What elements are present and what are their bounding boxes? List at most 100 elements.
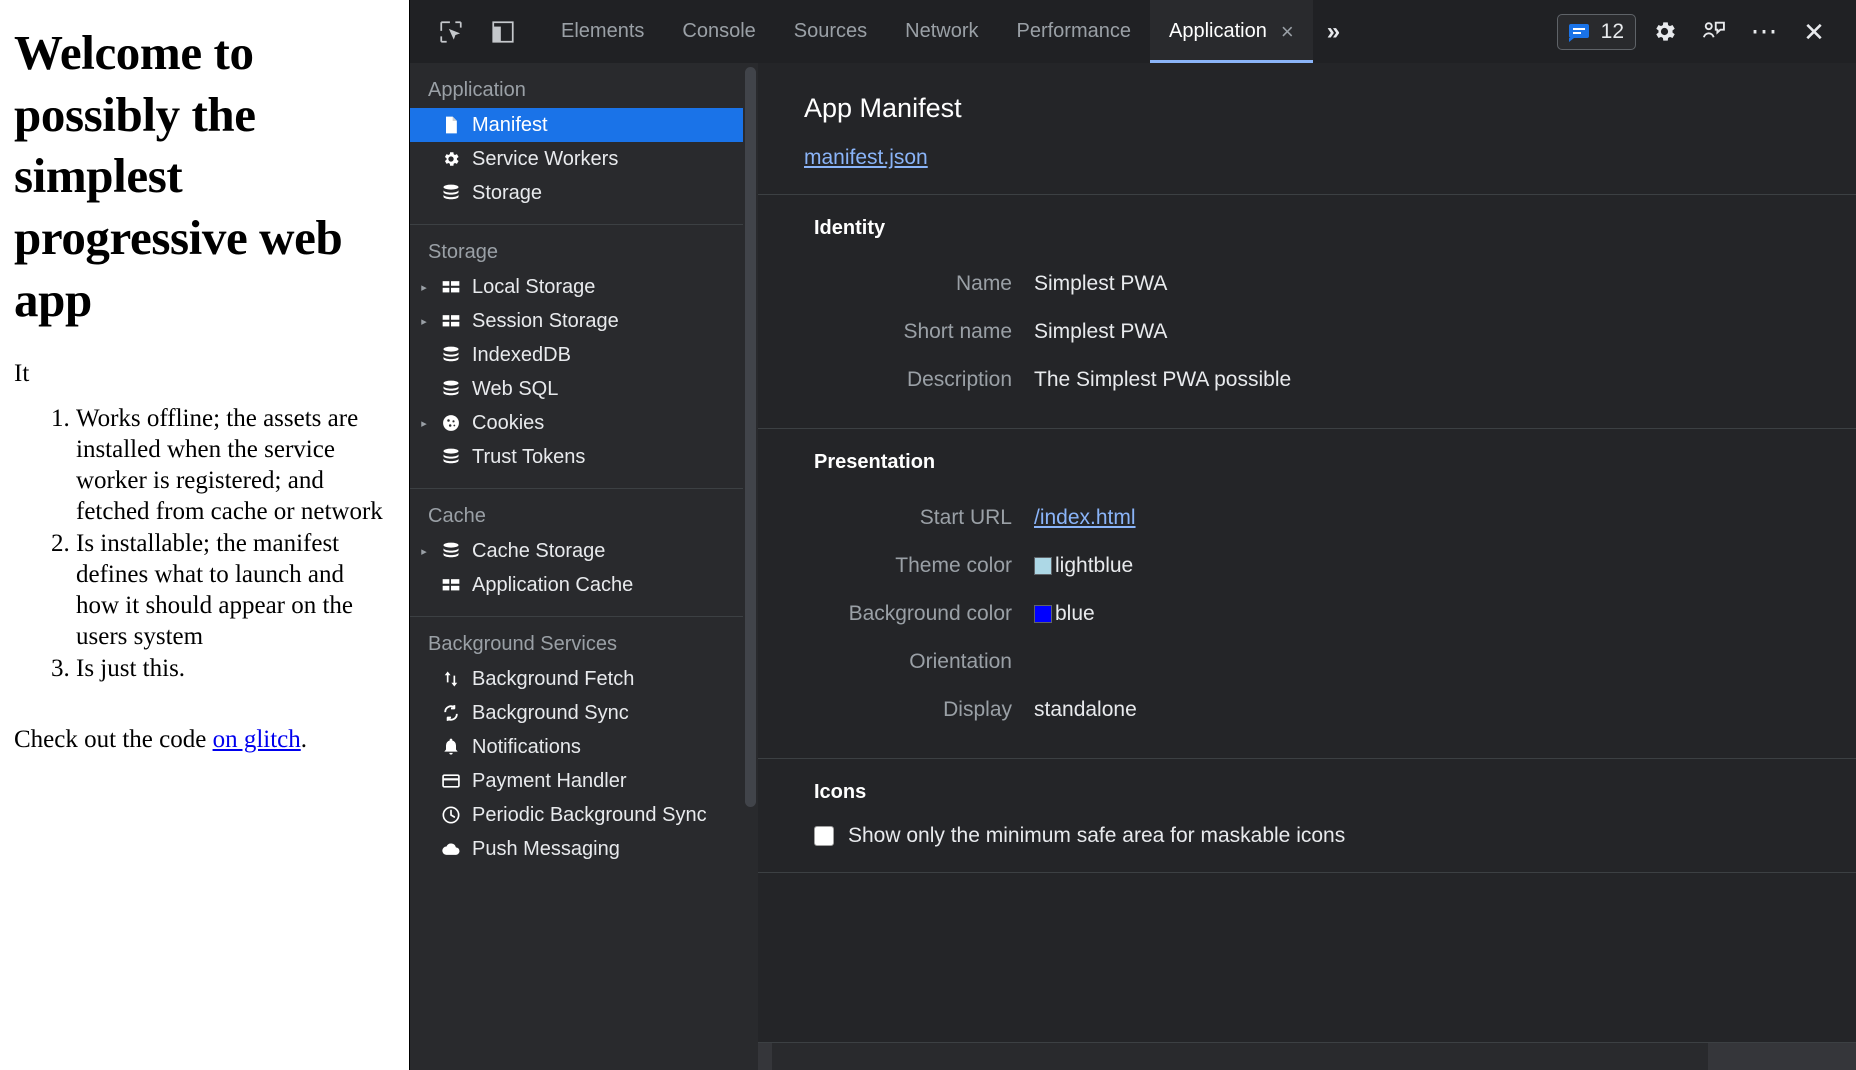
field-label: Orientation [758,650,1034,674]
sidebar-item-application-cache[interactable]: ▸ Application Cache [410,568,743,602]
cookie-icon [440,412,462,434]
database-icon [440,540,462,562]
maskable-icons-label: Show only the minimum safe area for mask… [848,824,1345,848]
sidebar-item-indexeddb[interactable]: ▸ IndexedDB [410,338,743,372]
identity-section: Identity Name Simplest PWA Short name Si… [758,195,1856,429]
sidebar-section-title: Application [410,75,743,108]
manifest-content-panel: App Manifest manifest.json Identity Name… [758,63,1856,1070]
field-value: standalone [1034,698,1137,722]
field-theme-color: Theme color lightblue [758,542,1856,590]
sidebar-item-notifications[interactable]: ▸ Notifications [410,730,743,764]
expand-arrow-icon[interactable]: ▸ [416,417,432,430]
theme-color-value: lightblue [1055,554,1133,578]
expand-arrow-icon[interactable]: ▸ [416,545,432,558]
sidebar-item-label: Session Storage [472,310,619,333]
list-item: Is just this. [76,654,391,685]
sidebar-item-label: Web SQL [472,378,558,401]
maskable-icons-checkbox[interactable] [814,826,834,846]
devtools-tab-list: Elements Console Sources Network Perform… [542,0,1354,63]
manifest-json-link[interactable]: manifest.json [804,146,928,169]
sidebar-item-manifest[interactable]: ▸ Manifest [410,108,743,142]
tab-label: Console [682,20,755,43]
more-tabs-icon[interactable]: » [1313,0,1354,63]
sidebar-item-label: Local Storage [472,276,595,299]
tab-performance[interactable]: Performance [998,0,1151,63]
inspect-element-icon[interactable] [432,13,470,51]
outro-prefix: Check out the code [14,726,213,753]
sidebar-item-periodic-background-sync[interactable]: ▸ Periodic Background Sync [410,798,743,832]
rendered-webpage: Welcome to possibly the simplest progres… [0,0,409,1070]
sidebar-item-label: Storage [472,182,542,205]
sidebar-item-service-workers[interactable]: ▸ Service Workers [410,142,743,176]
field-value: Simplest PWA [1034,272,1167,296]
cloud-icon [440,838,462,860]
start-url-link[interactable]: /index.html [1034,506,1136,530]
tab-sources[interactable]: Sources [775,0,886,63]
sidebar-item-label: Trust Tokens [472,446,585,469]
device-toolbar-icon[interactable] [484,13,522,51]
table-icon [440,276,462,298]
more-options-icon[interactable]: ⋯ [1742,12,1786,52]
sidebar-item-label: Cache Storage [472,540,605,563]
sidebar-item-trust-tokens[interactable]: ▸ Trust Tokens [410,440,743,474]
list-item: Is installable; the manifest defines wha… [76,529,391,652]
glitch-link[interactable]: on glitch [213,726,301,753]
sidebar-item-web-sql[interactable]: ▸ Web SQL [410,372,743,406]
toolbar-left-icons [410,0,528,63]
database-icon [440,378,462,400]
sidebar-item-background-sync[interactable]: ▸ Background Sync [410,696,743,730]
identity-section-title: Identity [758,217,1856,240]
presentation-section: Presentation Start URL /index.html Theme… [758,429,1856,759]
sidebar-item-label: IndexedDB [472,344,571,367]
tab-network[interactable]: Network [886,0,997,63]
field-name: Name Simplest PWA [758,260,1856,308]
sidebar-item-cache-storage[interactable]: ▸ Cache Storage [410,534,743,568]
field-value: Simplest PWA [1034,320,1167,344]
expand-arrow-icon[interactable]: ▸ [416,281,432,294]
close-icon[interactable]: × [1281,21,1294,43]
maskable-icons-row[interactable]: Show only the minimum safe area for mask… [758,824,1856,848]
panel-scrollbar[interactable] [743,63,758,1070]
sidebar-item-label: Payment Handler [472,770,627,793]
sidebar-item-push-messaging[interactable]: ▸ Push Messaging [410,832,743,866]
gear-icon[interactable] [1642,12,1686,52]
outro-suffix: . [301,726,307,753]
field-label: Description [758,368,1034,392]
message-icon [1567,20,1591,44]
tab-console[interactable]: Console [663,0,774,63]
bottom-strip [758,1042,1856,1070]
field-label: Short name [758,320,1034,344]
issues-badge[interactable]: 12 [1557,14,1636,50]
sidebar-item-label: Periodic Background Sync [472,804,707,827]
sidebar-section-title: Cache [410,501,743,534]
table-icon [440,574,462,596]
arrows-up-down-icon [440,668,462,690]
tab-label: Elements [561,20,644,43]
devtools-panel: Elements Console Sources Network Perform… [409,0,1856,1070]
sidebar-item-label: Background Fetch [472,668,634,691]
document-icon [440,114,462,136]
sidebar-item-payment-handler[interactable]: ▸ Payment Handler [410,764,743,798]
database-icon [440,446,462,468]
sidebar-item-label: Notifications [472,736,581,759]
tab-label: Application [1169,20,1267,43]
field-description: Description The Simplest PWA possible [758,356,1856,404]
tab-application[interactable]: Application × [1150,0,1313,63]
page-outro-text: Check out the code on glitch. [14,723,391,757]
sidebar-item-label: Cookies [472,412,544,435]
close-devtools-icon[interactable]: ✕ [1792,12,1836,52]
sidebar-section-title: Background Services [410,629,743,662]
sync-icon [440,702,462,724]
sidebar-item-label: Push Messaging [472,838,620,861]
feedback-icon[interactable] [1692,12,1736,52]
scrollbar-thumb[interactable] [745,67,756,807]
sidebar-item-session-storage[interactable]: ▸ Session Storage [410,304,743,338]
sidebar-item-local-storage[interactable]: ▸ Local Storage [410,270,743,304]
sidebar-section-background-services: Background Services ▸ Background Fetch ▸ [410,617,743,880]
expand-arrow-icon[interactable]: ▸ [416,315,432,328]
toolbar-right-icons: 12 ⋯ ✕ [1557,0,1856,63]
sidebar-item-background-fetch[interactable]: ▸ Background Fetch [410,662,743,696]
sidebar-item-cookies[interactable]: ▸ Cookies [410,406,743,440]
sidebar-item-storage[interactable]: ▸ Storage [410,176,743,210]
tab-elements[interactable]: Elements [542,0,663,63]
